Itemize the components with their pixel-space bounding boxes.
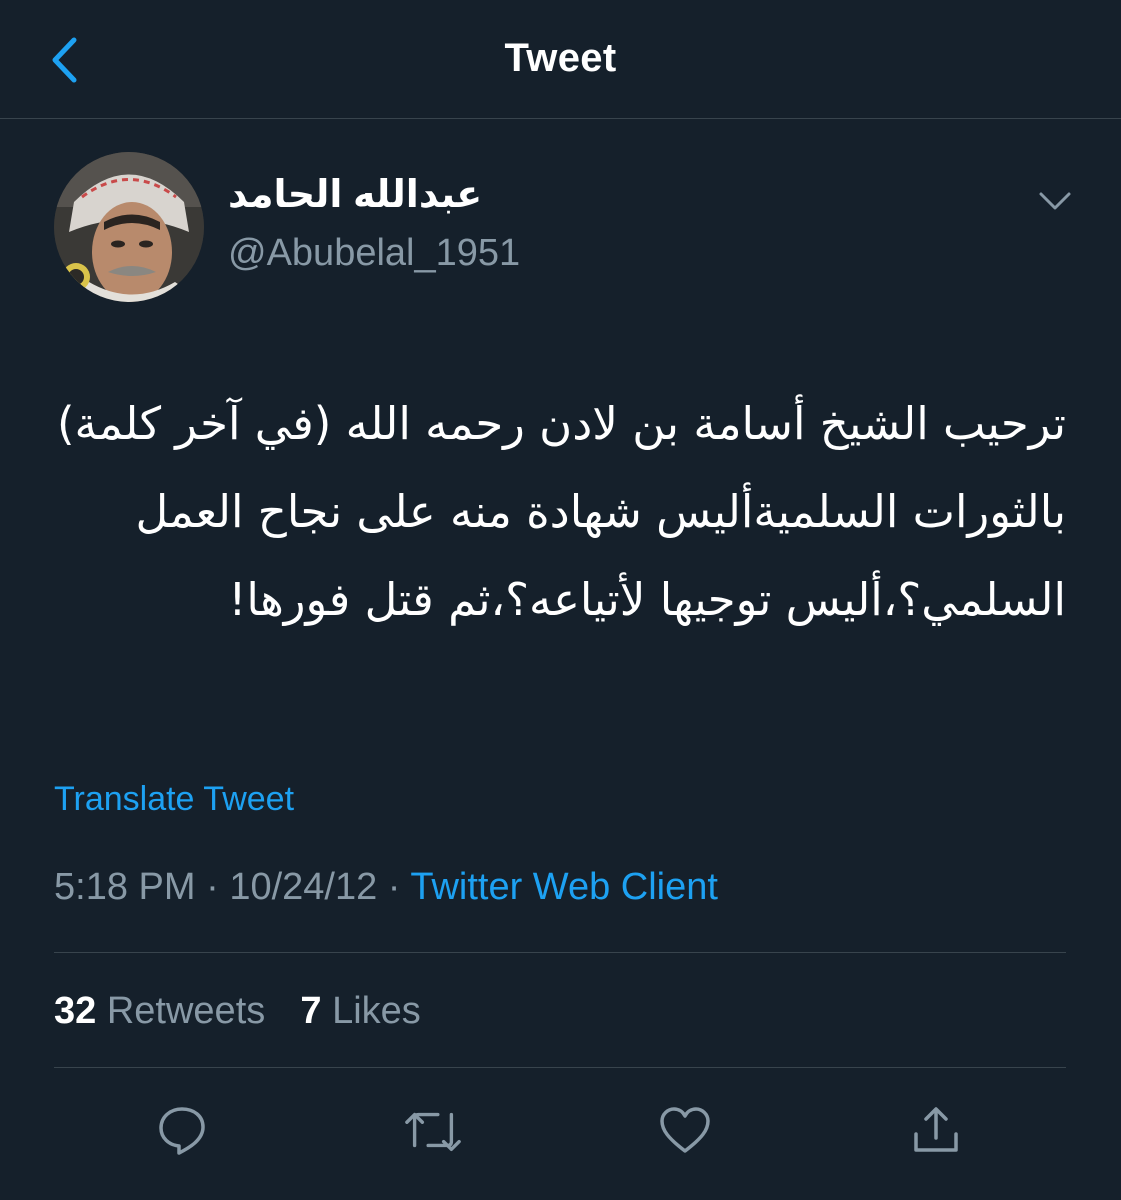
retweet-icon [405, 1112, 461, 1152]
reply-button[interactable] [152, 1100, 212, 1160]
avatar[interactable] [54, 152, 204, 302]
author-handle[interactable]: @Abubelal_1951 [228, 232, 520, 275]
tweet-menu-button[interactable] [1034, 180, 1076, 222]
like-heart-icon [660, 1107, 710, 1153]
avatar-photo [54, 152, 204, 302]
engagement-stats: 32 Retweets 7 Likes [54, 990, 421, 1033]
translate-tweet-link[interactable]: Translate Tweet [54, 780, 294, 819]
tweet-text: ترحيب الشيخ أسامة بن لادن رحمه الله (في … [42, 397, 1066, 626]
share-button[interactable] [906, 1100, 966, 1160]
author-display-name[interactable]: عبدالله الحامد [228, 172, 482, 217]
likes-count: 7 [300, 990, 322, 1032]
meta-separator: · [206, 866, 219, 908]
meta-separator: · [387, 866, 401, 908]
divider [54, 952, 1066, 953]
likes-label: Likes [332, 990, 421, 1032]
chevron-down-icon [1039, 192, 1071, 210]
share-icon [914, 1107, 958, 1152]
tweet-detail-screen: Tweet عبدالله الحامد @Abubelal_1951 ترحي… [0, 0, 1121, 1200]
retweets-count: 32 [54, 990, 97, 1032]
like-button[interactable] [655, 1100, 715, 1160]
tweet-time: 5:18 PM [54, 866, 196, 908]
divider [54, 1067, 1066, 1068]
reply-icon [159, 1107, 205, 1155]
retweet-button[interactable] [403, 1100, 463, 1160]
retweets-stat[interactable]: 32 Retweets [54, 990, 265, 1032]
likes-stat[interactable]: 7 Likes [300, 990, 420, 1032]
top-bar: Tweet [0, 0, 1121, 119]
page-title: Tweet [504, 36, 617, 80]
retweets-label: Retweets [106, 990, 266, 1032]
tweet-source-link[interactable]: Twitter Web Client [410, 866, 718, 908]
tweet-metadata: 5:18 PM · 10/24/12 · Twitter Web Client [54, 866, 718, 909]
tweet-date: 10/24/12 [229, 866, 378, 908]
